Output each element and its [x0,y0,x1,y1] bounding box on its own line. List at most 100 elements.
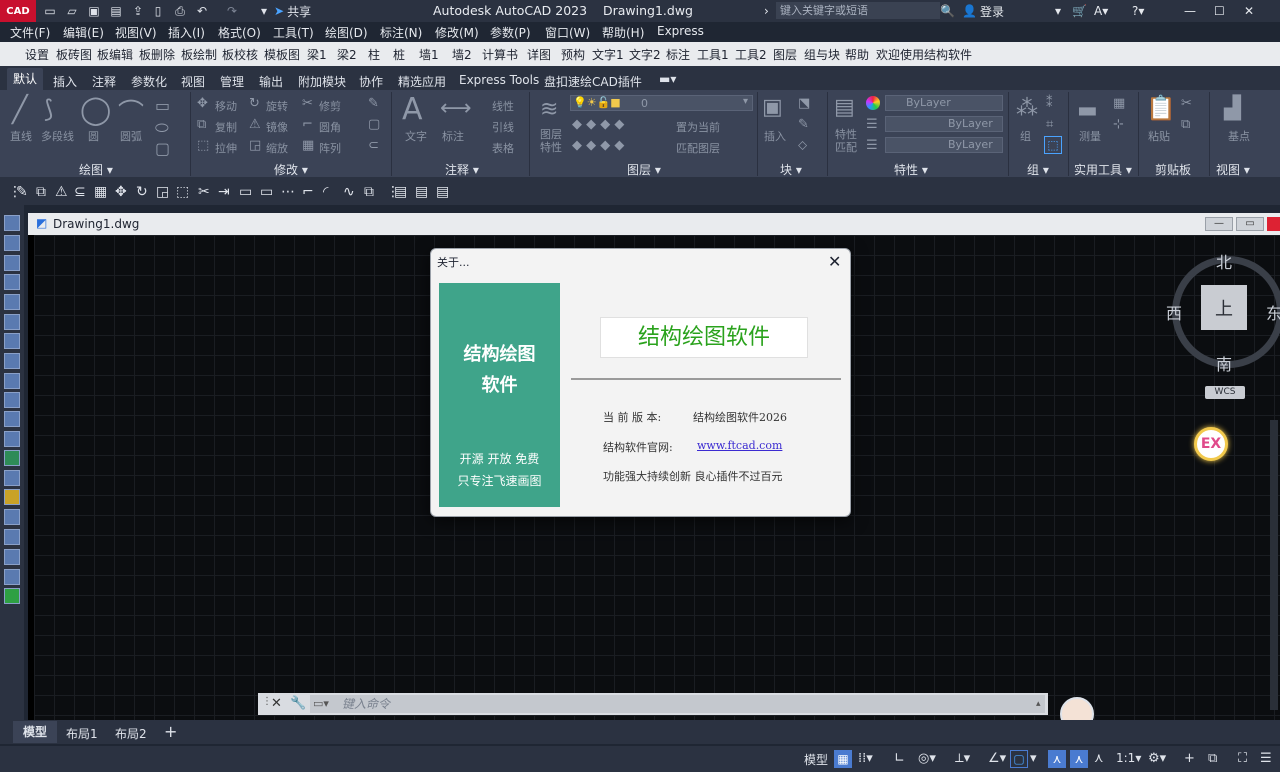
help-search-input[interactable]: 键入关键字或短语 [776,2,940,19]
insert-block-icon[interactable]: ▣ [762,95,783,120]
plugin-menu-slab-drawing[interactable]: 板砖图 [56,46,92,63]
drawing-close-icon[interactable] [1267,217,1280,231]
tool-match-layer-label[interactable]: 匹配图层 [676,140,720,156]
object-snap-tracking-icon[interactable]: ∠▾ [988,751,1006,766]
plugin-menu-beam1[interactable]: 梁1 [307,46,327,63]
tool-trim-label[interactable]: 修剪 [319,98,341,114]
erase-icon[interactable]: ✎ [368,96,379,111]
layout-tab-layout1[interactable]: 布局1 [66,725,98,742]
color-dropdown[interactable]: ByLayer [885,95,1003,111]
object-snap-icon[interactable]: ▢ [1010,750,1028,768]
copy-tool-icon[interactable]: ⧉ [36,184,46,200]
polar-tracking-icon[interactable]: ◎▾ [918,751,936,766]
panel-label-layer[interactable]: 图层 ▾ [627,161,661,178]
tool-text-label[interactable]: 文字 [405,128,427,144]
stretch-icon[interactable]: ⬚ [197,138,209,153]
polyline-icon[interactable]: ⟆ [44,95,53,123]
customization-menu-icon[interactable]: ☰ [1260,751,1272,766]
panel-label-properties[interactable]: 特性 ▾ [894,161,928,178]
menu-express[interactable]: Express [657,24,704,38]
extend-tool-icon[interactable]: ⇥ [218,184,230,200]
autodesk-app-icon[interactable]: A▾ [1094,3,1108,19]
arc-icon[interactable]: ⌒ [118,93,144,130]
tool-arc-label[interactable]: 圆弧 [120,128,142,144]
tool-table-label[interactable]: 表格 [492,140,514,156]
command-customize-icon[interactable]: 🔧 [290,696,306,711]
maximize-icon[interactable]: ☐ [1214,3,1225,19]
left-tool-icon[interactable] [4,549,20,565]
plugin-menu-slab-check[interactable]: 板校核 [222,46,258,63]
undo-icon[interactable]: ↶ [194,3,210,19]
circle-icon[interactable]: ◯ [80,93,111,126]
tool-mirror-label[interactable]: 镜像 [266,119,288,135]
menu-modify[interactable]: 修改(M) [435,24,479,41]
layer-dropdown[interactable]: 💡☀🔓■ 0 ▾ [570,95,753,111]
ex-plugin-badge[interactable]: EX [1194,427,1228,461]
left-tool-icon[interactable] [4,450,20,466]
upload-icon[interactable]: ⇪ [130,3,146,19]
ortho-icon[interactable]: ∟ [894,751,905,766]
tool-layer-properties-label[interactable]: 图层特性 [540,128,564,154]
menu-view[interactable]: 视图(V) [115,24,157,41]
layout-tab-model[interactable]: 模型 [13,721,58,743]
offset-tool-icon[interactable]: ⊆ [74,184,86,200]
plugin-menu-layer[interactable]: 图层 [773,46,797,63]
explode-tool-icon[interactable]: ⧉ [364,184,374,200]
text-icon[interactable]: A [402,92,423,127]
edit-block-icon[interactable]: ✎ [798,117,809,132]
tool-move-label[interactable]: 移动 [215,98,237,114]
plugin-menu-pile[interactable]: 桩 [393,46,405,63]
layer-tools-row2-icon[interactable]: ◆ ◆ ◆ ◆ [572,138,624,153]
grid-toggle-icon[interactable]: ▦ [834,750,852,768]
left-tool-icon[interactable] [4,411,20,427]
left-tool-icon[interactable] [4,274,20,290]
workspace-gear-icon[interactable]: ⚙▾ [1148,751,1166,766]
break-tool-icon[interactable]: ▭ [239,184,252,200]
stretch-tool-icon[interactable]: ⬚ [176,184,189,200]
tool-linear-label[interactable]: 线性 [492,98,514,114]
plugin-menu-wall1[interactable]: 墙1 [419,46,439,63]
fillet-tool-icon[interactable]: ◜ [323,184,328,200]
rotate-icon[interactable]: ↻ [249,96,260,111]
tab-manage[interactable]: 管理 [220,73,244,90]
tab-pankou-plugin[interactable]: 盘扣速绘CAD插件 [544,73,642,90]
panel-label-draw[interactable]: 绘图 ▾ [79,161,113,178]
tab-addins[interactable]: 附加模块 [298,73,346,90]
command-history-icon[interactable]: ▭▾ [313,697,329,710]
plugin-menu-tools1[interactable]: 工具1 [697,46,729,63]
add-layout-icon[interactable]: + [164,722,177,741]
tool-measure-label[interactable]: 测量 [1079,128,1101,144]
array-tool-icon[interactable]: ▦ [94,184,107,200]
base-view-icon[interactable]: ▟ [1224,96,1241,121]
left-tool-icon[interactable] [4,431,20,447]
window-close-icon[interactable]: ✕ [1244,3,1254,19]
tool-group-label[interactable]: 组 [1020,128,1031,144]
block-attribute-icon[interactable]: ⬦ [798,138,807,153]
snap-mode-icon[interactable]: ⁞⁞▾ [858,751,873,766]
calculator-icon[interactable]: ▦ [1113,96,1125,111]
panel-label-modify[interactable]: 修改 ▾ [274,161,308,178]
viewcube-top-face[interactable]: 上 [1201,285,1247,330]
tool-match-properties-label[interactable]: 特性匹配 [835,128,859,154]
tool-leader-label[interactable]: 引线 [492,119,514,135]
array-icon[interactable]: ▦ [302,138,314,153]
left-tool-icon[interactable] [4,392,20,408]
layer-properties-icon[interactable]: ≋ [540,97,558,122]
dialog-close-icon[interactable]: ✕ [828,252,841,271]
auto-scale-icon[interactable]: ⋏ [1070,750,1088,768]
tab-home[interactable]: 默认 [7,68,44,90]
export-icon[interactable]: ▯ [150,3,166,19]
panel-label-view[interactable]: 视图 ▾ [1216,161,1250,178]
tab-insert[interactable]: 插入 [53,73,77,90]
trim-tool-icon[interactable]: ✂ [198,184,210,200]
menu-insert[interactable]: 插入(I) [168,24,205,41]
tool-fillet-label[interactable]: 圆角 [319,119,341,135]
wcs-menu[interactable]: WCS [1205,386,1245,399]
save-as-icon[interactable]: ▤ [108,3,124,19]
compass-south[interactable]: 南 [1216,351,1232,375]
linetype-dropdown[interactable]: ByLayer [885,137,1003,153]
move-tool-icon[interactable]: ✥ [115,184,127,200]
annotation-visibility-icon[interactable]: ⋏ [1048,750,1066,768]
copy-clip-icon[interactable]: ⧉ [1181,117,1190,132]
line-icon[interactable]: ╱ [12,95,28,125]
